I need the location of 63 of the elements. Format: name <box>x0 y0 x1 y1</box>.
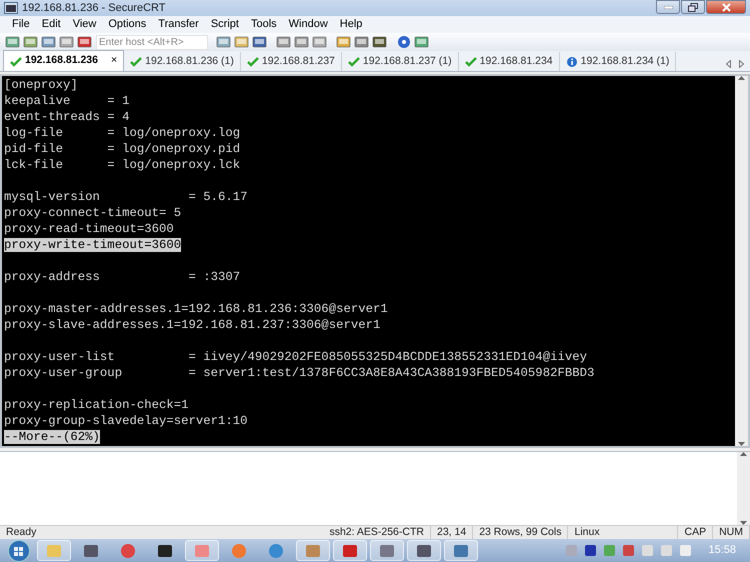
tab-label: 192.168.81.236 <box>25 53 98 68</box>
menu-item[interactable]: View <box>66 16 102 33</box>
close-button[interactable] <box>706 0 746 14</box>
scroll-down-icon[interactable] <box>738 442 745 446</box>
info-icon <box>566 56 578 67</box>
terminal-line: proxy-slave-addresses.1=192.168.81.237:3306@server1 <box>4 318 380 332</box>
tab-label: 192.168.81.234 (1) <box>580 54 670 69</box>
menu-item[interactable]: Edit <box>36 16 67 33</box>
terminal-line: proxy-user-list = iivey/49029202FE085055325D4BCDDE138552331ED104@iivey <box>4 350 587 364</box>
scroll-up-icon[interactable] <box>738 76 745 80</box>
tab-label: 192.168.81.234 <box>480 54 553 69</box>
circle-icon[interactable] <box>120 542 136 558</box>
tab-label: 192.168.81.237 (1) <box>362 54 452 69</box>
terminal-line: log-file = log/oneproxy.log <box>4 126 240 140</box>
pager-prompt: --More--(62%) <box>4 430 100 444</box>
menu-item[interactable]: Window <box>282 16 334 33</box>
restore-icon <box>688 2 698 12</box>
terminal-line: proxy-connect-timeout= 5 <box>4 206 182 220</box>
tab[interactable]: 192.168.81.234 <box>458 52 560 71</box>
scrollbar[interactable] <box>737 452 750 525</box>
scroll-up-icon[interactable] <box>740 452 747 456</box>
terminal-line: proxy-replication-check=1 <box>4 398 188 412</box>
close-icon <box>722 2 730 12</box>
checkmark-icon <box>130 56 142 67</box>
scroll-right-icon[interactable] <box>739 60 744 68</box>
terminal-line: proxy-read-timeout=3600 <box>4 222 174 236</box>
restore-button[interactable] <box>681 0 705 14</box>
terminal-line: pid-file = log/oneproxy.pid <box>4 142 240 156</box>
app-icon <box>4 2 18 14</box>
tab-label: 192.168.81.236 (1) <box>145 54 234 69</box>
checkmark-icon <box>464 56 477 67</box>
terminal-line: [oneproxy] <box>4 78 78 92</box>
terminal-line: lck-file = log/oneproxy.lck <box>4 158 240 172</box>
terminal-line: proxy-group-slavedelay=server1:10 <box>4 414 248 428</box>
terminal-line: proxy-master-addresses.1=192.168.81.236:3306@server1 <box>4 302 388 316</box>
menu-item[interactable]: Help <box>334 16 368 33</box>
scroll-left-icon[interactable] <box>726 60 731 68</box>
tab-close-button[interactable]: × <box>111 53 118 69</box>
tab[interactable]: 192.168.81.237 <box>240 52 342 71</box>
terminal-line: proxy-user-group = server1:test/1378F6CC3A8E8A43CA388193FBED5405982FBBD3 <box>4 366 594 380</box>
tab-label: 192.168.81.237 <box>262 54 335 69</box>
menu-item[interactable]: Tools <box>244 16 283 33</box>
checkmark-icon <box>348 56 360 67</box>
tab[interactable]: 192.168.81.236 (1) <box>124 52 241 71</box>
host-field[interactable]: Enter host <Alt+R> <box>96 34 208 50</box>
tab[interactable]: 192.168.81.234 (1) <box>560 52 676 71</box>
checkmark-icon <box>246 56 259 67</box>
tab[interactable]: 192.168.81.237 (1) <box>342 52 459 71</box>
terminal-line: proxy-address = :3307 <box>4 270 240 284</box>
checkmark-icon <box>10 56 22 66</box>
menu-item[interactable]: File <box>6 16 36 33</box>
terminal-line: event-threads = 4 <box>4 110 130 124</box>
window-title: 192.168.81.236 - SecureCRT <box>22 0 166 16</box>
minimize-button[interactable] <box>656 0 680 14</box>
menu-item[interactable]: Transfer <box>152 16 205 33</box>
minimize-icon <box>664 6 672 8</box>
menu-item[interactable]: Options <box>102 16 152 33</box>
terminal-line: mysql-version = 5.6.17 <box>4 190 248 204</box>
tab[interactable]: 192.168.81.236 × <box>3 50 124 71</box>
status-text: Ready <box>5 526 38 539</box>
menu-item[interactable]: Script <box>204 16 245 33</box>
terminal-line: keepalive = 1 <box>4 94 130 108</box>
scrollbar[interactable] <box>735 76 748 446</box>
